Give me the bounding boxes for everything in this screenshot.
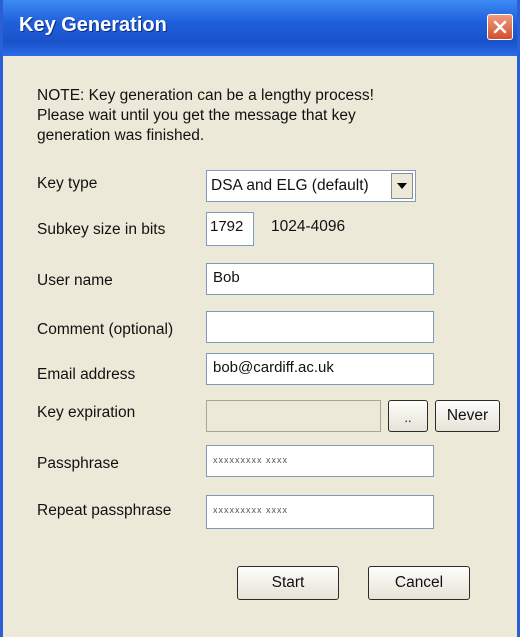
repeat-passphrase-input[interactable]: xxxxxxxxx xxxx [206,495,434,529]
chevron-down-icon [397,183,407,189]
note-line: Please wait until you get the message th… [37,107,356,124]
note-text: NOTE: Key generation can be a lengthy pr… [37,86,457,146]
key-type-select[interactable]: DSA and ELG (default) [206,170,416,202]
subkey-size-input[interactable]: 1792 [206,212,254,246]
window-title: Key Generation [19,14,167,36]
never-button[interactable]: Never [435,400,500,432]
user-name-label: User name [37,272,113,289]
key-type-value: DSA and ELG (default) [211,177,369,194]
close-icon [493,20,507,34]
note-line: generation was finished. [37,127,205,144]
user-name-input[interactable]: Bob [206,263,434,295]
subkey-size-label: Subkey size in bits [37,221,166,238]
email-label: Email address [37,366,136,383]
passphrase-label: Passphrase [37,455,119,472]
key-expiration-label: Key expiration [37,404,136,421]
close-button[interactable] [487,14,513,40]
repeat-passphrase-label: Repeat passphrase [37,502,172,519]
comment-input[interactable] [206,311,434,343]
cancel-button[interactable]: Cancel [368,566,470,600]
key-expiration-input [206,400,381,432]
dropdown-button[interactable] [391,173,413,199]
start-button[interactable]: Start [237,566,339,600]
comment-label: Comment (optional) [37,321,174,338]
email-input[interactable]: bob@cardiff.ac.uk [206,353,434,385]
note-line: NOTE: Key generation can be a lengthy pr… [37,87,374,104]
passphrase-input[interactable]: xxxxxxxxx xxxx [206,445,434,477]
key-generation-dialog: Key Generation NOTE: Key generation can … [0,0,520,637]
key-type-label: Key type [37,175,98,192]
browse-date-button[interactable]: .. [388,400,428,432]
subkey-size-range: 1024-4096 [271,218,346,235]
title-bar[interactable]: Key Generation [3,0,517,56]
